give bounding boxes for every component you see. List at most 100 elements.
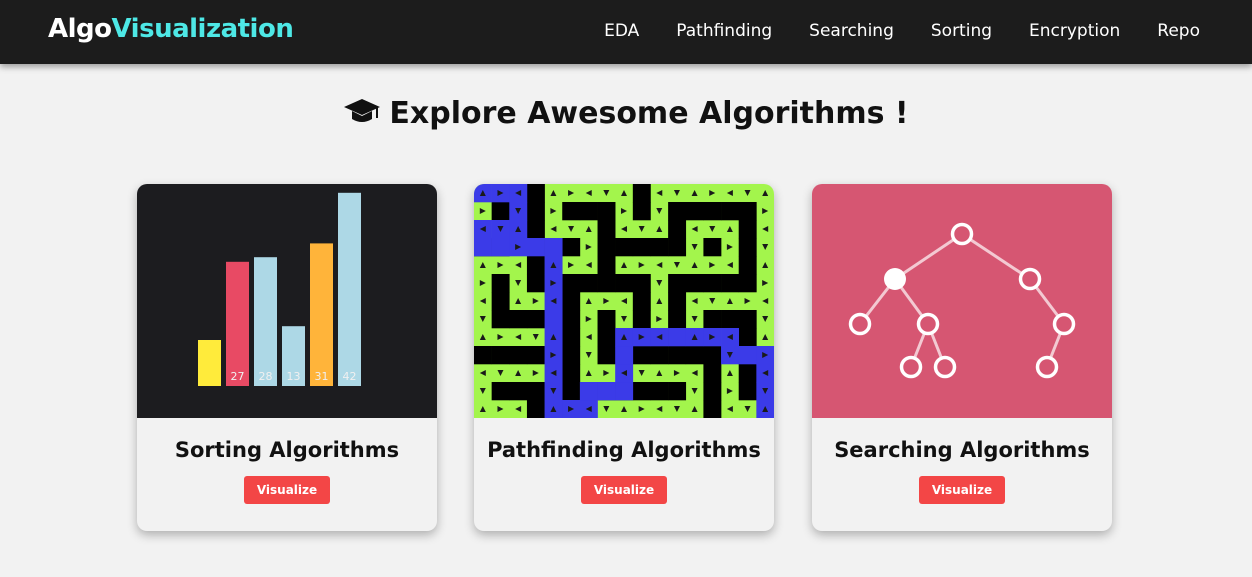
maze-wall — [703, 364, 722, 383]
maze-wall — [738, 364, 757, 383]
maze-wall — [491, 202, 510, 221]
nav-pathfinding[interactable]: Pathfinding — [676, 21, 772, 41]
maze-wall — [597, 256, 616, 275]
nav-repo[interactable]: Repo — [1157, 21, 1200, 41]
maze-wall — [632, 184, 651, 203]
maze-path-cell — [597, 382, 616, 401]
maze-wall — [615, 274, 634, 293]
navbar: AlgoVisualization EDA Pathfinding Search… — [0, 0, 1252, 64]
sort-bar-label: 31 — [315, 370, 329, 383]
maze-wall — [668, 382, 687, 401]
maze-wall — [721, 202, 740, 221]
maze-wall — [668, 220, 687, 239]
nav-sorting[interactable]: Sorting — [931, 21, 992, 41]
maze-wall — [632, 292, 651, 311]
maze-wall — [650, 346, 669, 365]
maze-wall — [491, 274, 510, 293]
maze-wall — [668, 238, 687, 257]
maze-wall — [632, 238, 651, 257]
maze-path-cell — [491, 238, 510, 257]
maze-wall — [703, 346, 722, 365]
graduation-cap-icon — [343, 97, 381, 133]
maze-wall — [632, 382, 651, 401]
maze-wall — [668, 274, 687, 293]
maze-wall — [491, 310, 510, 329]
maze-wall — [562, 328, 581, 347]
maze-wall — [526, 274, 545, 293]
maze-wall — [685, 274, 704, 293]
sort-bar — [226, 261, 249, 386]
maze-wall — [562, 238, 581, 257]
maze-wall — [738, 238, 757, 257]
maze-wall — [703, 202, 722, 221]
maze-wall — [491, 292, 510, 311]
maze-wall — [668, 202, 687, 221]
maze-wall — [579, 202, 598, 221]
maze-wall — [562, 274, 581, 293]
maze-wall — [650, 382, 669, 401]
nav-eda[interactable]: EDA — [604, 21, 639, 41]
sort-bar-label: 28 — [259, 370, 273, 383]
maze-wall — [597, 202, 616, 221]
maze-wall — [668, 310, 687, 329]
maze-wall — [526, 346, 545, 365]
maze-wall — [562, 202, 581, 221]
maze-path-cell — [615, 382, 634, 401]
maze-wall — [597, 328, 616, 347]
maze-wall — [579, 274, 598, 293]
maze-wall — [526, 382, 545, 401]
maze-wall — [668, 292, 687, 311]
maze-wall — [474, 346, 492, 365]
tree-illustration — [812, 184, 1112, 418]
maze-path-cell — [544, 238, 563, 257]
nav-links: EDA Pathfinding Searching Sorting Encryp… — [604, 21, 1200, 41]
card-sorting: 27 28 13 31 42 Sorting Algorithms Visualize — [137, 184, 437, 531]
nav-encryption[interactable]: Encryption — [1029, 21, 1120, 41]
sort-bar — [310, 243, 333, 386]
maze-wall — [597, 238, 616, 257]
visualize-searching-button[interactable]: Visualize — [919, 476, 1005, 504]
maze-wall — [526, 400, 545, 418]
maze-wall — [526, 184, 545, 203]
sort-bar — [338, 192, 361, 386]
maze-path-cell — [544, 310, 563, 329]
maze-wall — [738, 310, 757, 329]
card-title-sorting: Sorting Algorithms — [174, 438, 400, 462]
maze-wall — [597, 310, 616, 329]
page-title-text: Explore Awesome Algorithms ! — [389, 96, 909, 131]
maze-wall — [650, 238, 669, 257]
maze-wall — [562, 310, 581, 329]
maze-illustration — [474, 184, 774, 418]
maze-wall — [526, 310, 545, 329]
maze-wall — [509, 346, 528, 365]
maze-path-cell — [526, 238, 545, 257]
visualize-pathfinding-button[interactable]: Visualize — [581, 476, 667, 504]
maze-wall — [738, 382, 757, 401]
card-title-pathfinding: Pathfinding Algorithms — [487, 438, 761, 462]
card-pathfinding: Pathfinding Algorithms Visualize — [474, 184, 774, 531]
maze-wall — [562, 364, 581, 383]
visualize-sorting-button[interactable]: Visualize — [244, 476, 330, 504]
maze-wall — [597, 346, 616, 365]
sort-bar-label: 42 — [343, 370, 357, 383]
maze-wall — [685, 202, 704, 221]
maze-wall — [632, 346, 651, 365]
maze-wall — [721, 274, 740, 293]
maze-wall — [526, 202, 545, 221]
sort-bar — [254, 257, 277, 386]
maze-wall — [526, 220, 545, 239]
nav-searching[interactable]: Searching — [809, 21, 894, 41]
maze-wall — [703, 238, 722, 257]
maze-wall — [615, 238, 634, 257]
maze-path-cell — [474, 238, 492, 257]
brand-logo[interactable]: AlgoVisualization — [48, 14, 294, 44]
maze-wall — [597, 220, 616, 239]
maze-wall — [491, 346, 510, 365]
maze-wall — [562, 382, 581, 401]
maze-wall — [703, 400, 722, 418]
sort-bar-label: 27 — [231, 370, 245, 383]
maze-wall — [703, 382, 722, 401]
maze-wall — [721, 310, 740, 329]
maze-wall — [509, 310, 528, 329]
maze-path-cell — [615, 346, 634, 365]
